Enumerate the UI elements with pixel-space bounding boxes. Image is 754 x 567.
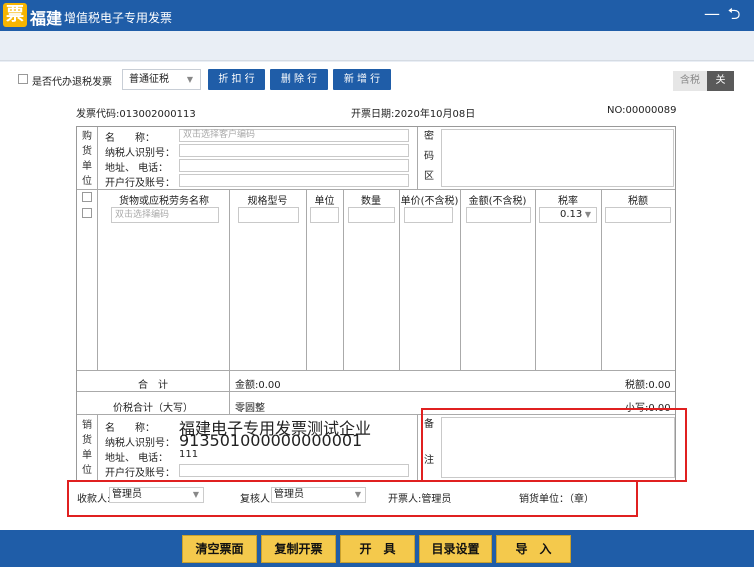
issue-button[interactable]: 开 具 [340,535,415,563]
chevron-down-icon: ▼ [584,210,591,219]
buyer-taxid-input[interactable] [179,144,409,157]
divider [97,127,98,189]
import-button[interactable]: 导 入 [496,535,571,563]
unit-price-input[interactable] [404,207,453,223]
seller-address-label: 地址、 电话： [105,453,169,464]
buyer-bank-label: 开户行及账号： [105,178,175,189]
issue-date: 开票日期:2020年10月08日 [351,109,476,120]
total-words: 零圆整 [235,403,265,414]
add-row-button[interactable]: 新 增 行 [333,69,391,90]
divider [417,415,418,481]
reviewer-label: 复核人: [240,494,274,505]
col-header-spec: 规格型号 [247,196,288,207]
payee-value: 管理员 [112,489,142,500]
tax-rate-select[interactable]: 0.13 ▼ [539,207,597,223]
buyer-side-label: 购 货 单 位 [82,131,92,187]
payee-label: 收款人: [77,494,111,505]
chevron-down-icon: ▼ [354,490,361,499]
seller-taxid-value: 913501000000000001 [179,431,363,450]
chevron-down-icon: ▼ [192,490,199,499]
col-header-unit-price: 单价(不含税) [400,196,459,207]
divider [97,415,98,481]
col-header-tax-rate: 税率 [558,196,578,207]
col-header-tax: 税额 [628,196,648,207]
unit-input[interactable] [310,207,339,223]
tax-mode-value: 普通征税 [129,74,169,85]
invoice-code: 发票代码:013002000113 [76,109,196,120]
quantity-input[interactable] [348,207,395,223]
catalog-settings-button[interactable]: 目录设置 [419,535,492,563]
cipher-area-label: 密 码 区 [424,131,434,182]
delete-row-button[interactable]: 删 除 行 [270,69,328,90]
toggle-tax-included-label: 含税 [673,71,707,91]
payee-select[interactable]: 管理员 ▼ [109,487,204,503]
divider [77,370,675,371]
sum-label: 合 计 [138,380,168,391]
col-header-name: 货物或应税劳务名称 [119,196,209,207]
seller-bank-input[interactable] [179,464,409,477]
app-logo-text: 福建 [30,9,63,28]
app-logo-icon: 票 [3,3,27,27]
remarks-highlight [421,408,687,482]
divider [417,127,418,189]
buyer-bank-input[interactable] [179,174,409,187]
col-header-amount: 金额(不含税) [468,196,527,207]
refund-checkbox[interactable] [18,74,28,84]
copy-issue-button[interactable]: 复制开票 [261,535,336,563]
goods-name-input[interactable]: 双击选择编码 [111,207,219,223]
seller-taxid-label: 纳税人识别号： [105,438,175,449]
divider [77,391,675,392]
total-words-label: 价税合计（大写） [113,403,193,414]
seller-address-value: 111 [179,449,199,460]
buyer-name-label: 名 称： [105,133,155,144]
buyer-name-input[interactable]: 双击选择客户编码 [179,129,409,142]
invoice-number: NO:00000089 [607,105,677,116]
buyer-address-label: 地址、 电话： [105,163,169,174]
tax-included-toggle[interactable]: 含税 关 [673,71,734,91]
buyer-taxid-label: 纳税人识别号： [105,148,175,159]
reviewer-select[interactable]: 管理员 ▼ [271,487,366,503]
col-header-unit: 单位 [314,196,335,207]
invoice-editor: 是否代办退税发票 普通征税 ▼ 折 扣 行 删 除 行 新 增 行 含税 关 发… [0,62,754,530]
seller-bank-label: 开户行及账号： [105,468,175,479]
goods-table: 货物或应税劳务名称 规格型号 单位 数量 单价(不含税) 金额(不含税) 税率 … [77,189,675,229]
seller-name-label: 名 称： [105,423,155,434]
col-header-quantity: 数量 [361,196,381,207]
refund-checkbox-label: 是否代办退税发票 [32,77,112,88]
title-bar: 票 福建 增值税电子专用发票 — ⮌ [0,0,754,31]
divider [229,370,230,414]
action-bar: 清空票面 复制开票 开 具 目录设置 导 入 [0,530,754,567]
sum-amount: 金额:0.00 [235,380,281,391]
sub-header [0,31,754,61]
reviewer-value: 管理员 [274,489,304,500]
clear-button[interactable]: 清空票面 [182,535,257,563]
back-icon[interactable]: ⮌ [724,4,744,24]
amount-input[interactable] [466,207,531,223]
tax-mode-select[interactable]: 普通征税 ▼ [122,69,201,90]
select-all-checkbox[interactable] [82,192,92,202]
seller-side-label: 销 货 单 位 [82,420,92,476]
tax-rate-value: 0.13 [560,209,583,220]
drawer-label: 开票人:管理员 [388,494,452,505]
chevron-down-icon: ▼ [186,75,193,84]
spec-input[interactable] [238,207,299,223]
minimize-icon[interactable]: — [702,4,722,24]
buyer-address-input[interactable] [179,159,409,172]
tax-input[interactable] [605,207,671,223]
toggle-off-state: 关 [707,71,734,91]
row-checkbox[interactable] [82,208,92,218]
discount-row-button[interactable]: 折 扣 行 [208,69,265,90]
sum-tax: 税额:0.00 [625,380,671,391]
seller-unit-stamp-label: 销货单位：（章） [519,494,594,505]
window-title: 增值税电子专用发票 [64,11,173,25]
cipher-area [441,129,674,187]
